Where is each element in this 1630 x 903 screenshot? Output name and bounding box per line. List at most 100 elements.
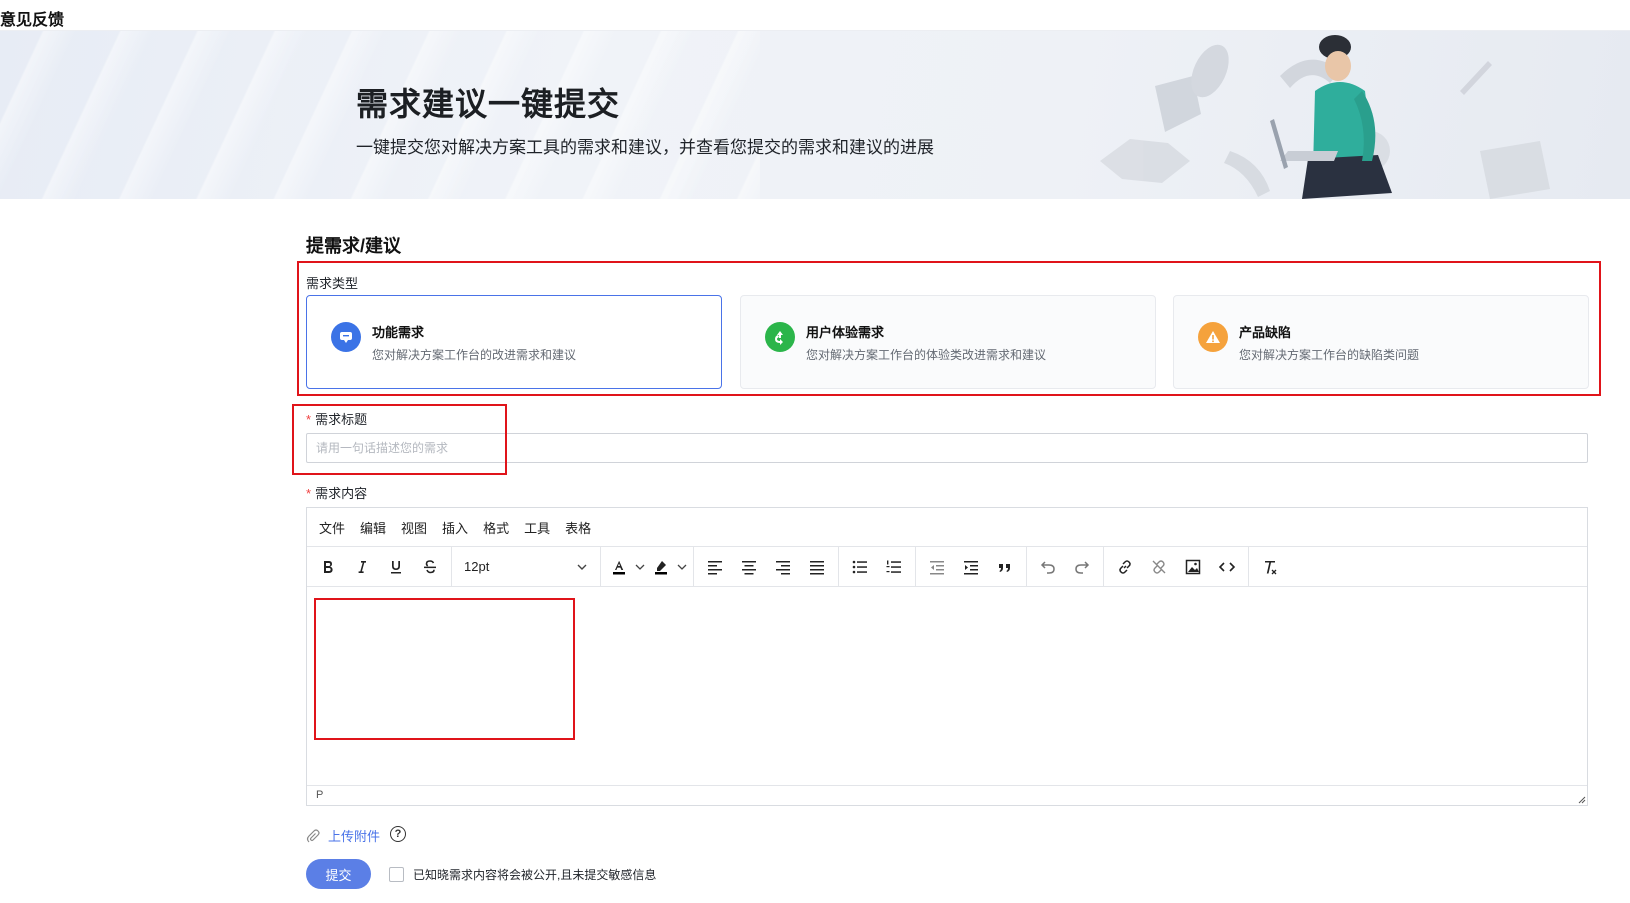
type-card-desc: 您对解决方案工作台的缺陷类问题 <box>1239 348 1420 362</box>
editor-toolbar: 12pt <box>307 546 1587 587</box>
title-label-text: 需求标题 <box>315 412 368 427</box>
required-mark: * <box>306 486 312 501</box>
numbered-list-button[interactable] <box>877 552 911 582</box>
banner-title: 需求建议一键提交 <box>356 86 621 122</box>
toolbar-group-font-size: 12pt <box>452 546 601 587</box>
undo-button[interactable] <box>1031 552 1065 582</box>
type-card-title: 用户体验需求 <box>806 325 885 340</box>
menu-insert[interactable]: 插入 <box>442 518 468 537</box>
align-justify-icon <box>810 560 824 574</box>
numbered-list-icon <box>886 560 901 573</box>
bullet-list-button[interactable] <box>843 552 877 582</box>
page-title: 意见反馈 <box>0 12 65 29</box>
banner-illustration <box>1100 35 1550 199</box>
type-card-title: 产品缺陷 <box>1239 325 1292 340</box>
unlink-icon <box>1152 559 1166 574</box>
quote-icon <box>999 563 1010 572</box>
type-card-feature[interactable]: 功能需求 您对解决方案工作台的改进需求和建议 <box>306 295 722 389</box>
title-label: * 需求标题 <box>306 409 367 428</box>
indent-button[interactable] <box>954 552 988 582</box>
editor-statusbar: P <box>307 785 1587 805</box>
align-left-icon <box>708 560 722 574</box>
paperclip-icon <box>306 828 320 842</box>
source-code-button[interactable] <box>1210 552 1244 582</box>
toolbar-group-colors <box>601 546 694 587</box>
help-icon[interactable]: ? <box>390 826 406 842</box>
rich-text-editor: 文件 编辑 视图 插入 格式 工具 表格 12pt P <box>306 507 1588 806</box>
toolbar-group-text-style <box>307 546 452 587</box>
align-right-icon <box>776 560 790 574</box>
title-input[interactable] <box>306 433 1588 463</box>
menu-edit[interactable]: 编辑 <box>360 518 386 537</box>
insert-link-button[interactable] <box>1108 552 1142 582</box>
undo-icon <box>1040 560 1055 574</box>
type-card-title: 功能需求 <box>372 325 425 340</box>
submit-button[interactable]: 提交 <box>306 859 371 889</box>
agree-checkbox-row: 已知晓需求内容将会被公开,且未提交敏感信息 <box>389 866 656 883</box>
editor-content-area[interactable] <box>307 587 1587 787</box>
type-card-defect[interactable]: 产品缺陷 您对解决方案工作台的缺陷类问题 <box>1173 295 1589 389</box>
menu-file[interactable]: 文件 <box>319 518 345 537</box>
resize-handle-icon[interactable] <box>1576 794 1586 804</box>
bold-button[interactable] <box>311 552 345 582</box>
align-center-button[interactable] <box>732 552 766 582</box>
menu-table[interactable]: 表格 <box>565 518 591 537</box>
hero-banner: 需求建议一键提交 一键提交您对解决方案工具的需求和建议，并查看您提交的需求和建议… <box>0 31 1630 199</box>
upload-attachment-button[interactable]: 上传附件 <box>306 826 380 845</box>
upload-label: 上传附件 <box>328 829 381 844</box>
agree-checkbox[interactable] <box>389 867 404 882</box>
image-icon <box>1185 559 1201 574</box>
blockquote-button[interactable] <box>988 552 1022 582</box>
text-color-icon <box>605 552 633 582</box>
agree-text: 已知晓需求内容将会被公开,且未提交敏感信息 <box>413 868 657 882</box>
chevron-down-icon <box>577 564 587 570</box>
warning-icon <box>1198 322 1228 352</box>
italic-button[interactable] <box>345 552 379 582</box>
redo-button[interactable] <box>1065 552 1099 582</box>
type-card-desc: 您对解决方案工作台的改进需求和建议 <box>372 348 577 362</box>
link-icon <box>1119 559 1131 574</box>
menu-tools[interactable]: 工具 <box>524 518 550 537</box>
toolbar-group-align <box>694 546 839 587</box>
italic-icon <box>358 560 366 573</box>
underline-button[interactable] <box>379 552 413 582</box>
highlighter-icon <box>647 552 675 582</box>
outdent-icon <box>930 560 944 574</box>
highlight-color-button[interactable] <box>647 552 689 582</box>
unlink-button[interactable] <box>1142 552 1176 582</box>
chevron-down-icon[interactable] <box>633 552 647 582</box>
type-label: 需求类型 <box>306 276 359 291</box>
type-card-ux[interactable]: 用户体验需求 您对解决方案工作台的体验类改进需求和建议 <box>740 295 1156 389</box>
menu-view[interactable]: 视图 <box>401 518 427 537</box>
content-label: * 需求内容 <box>306 483 367 502</box>
font-size-select[interactable]: 12pt <box>456 552 596 582</box>
content-label-text: 需求内容 <box>315 486 368 501</box>
redo-icon <box>1075 560 1090 574</box>
chevron-down-icon[interactable] <box>675 552 689 582</box>
align-left-button[interactable] <box>698 552 732 582</box>
indent-icon <box>964 560 978 574</box>
align-right-button[interactable] <box>766 552 800 582</box>
strikethrough-icon <box>424 559 436 573</box>
toolbar-group-history <box>1027 546 1104 587</box>
type-card-desc: 您对解决方案工作台的体验类改进需求和建议 <box>806 348 1047 362</box>
section-title: 提需求/建议 <box>306 236 402 256</box>
message-icon <box>331 322 361 352</box>
underline-icon <box>391 560 401 573</box>
clear-format-icon <box>1265 560 1277 574</box>
required-mark: * <box>306 412 312 427</box>
toolbar-group-insert <box>1104 546 1249 587</box>
clear-format-button[interactable] <box>1253 552 1287 582</box>
align-center-icon <box>742 560 756 574</box>
bullet-list-icon <box>852 560 867 573</box>
strikethrough-button[interactable] <box>413 552 447 582</box>
toolbar-group-lists <box>839 546 916 587</box>
outdent-button[interactable] <box>920 552 954 582</box>
bold-icon <box>324 560 333 573</box>
menu-format[interactable]: 格式 <box>483 518 509 537</box>
recycle-icon <box>765 322 795 352</box>
insert-image-button[interactable] <box>1176 552 1210 582</box>
code-icon <box>1218 561 1236 572</box>
text-color-button[interactable] <box>605 552 647 582</box>
justify-button[interactable] <box>800 552 834 582</box>
